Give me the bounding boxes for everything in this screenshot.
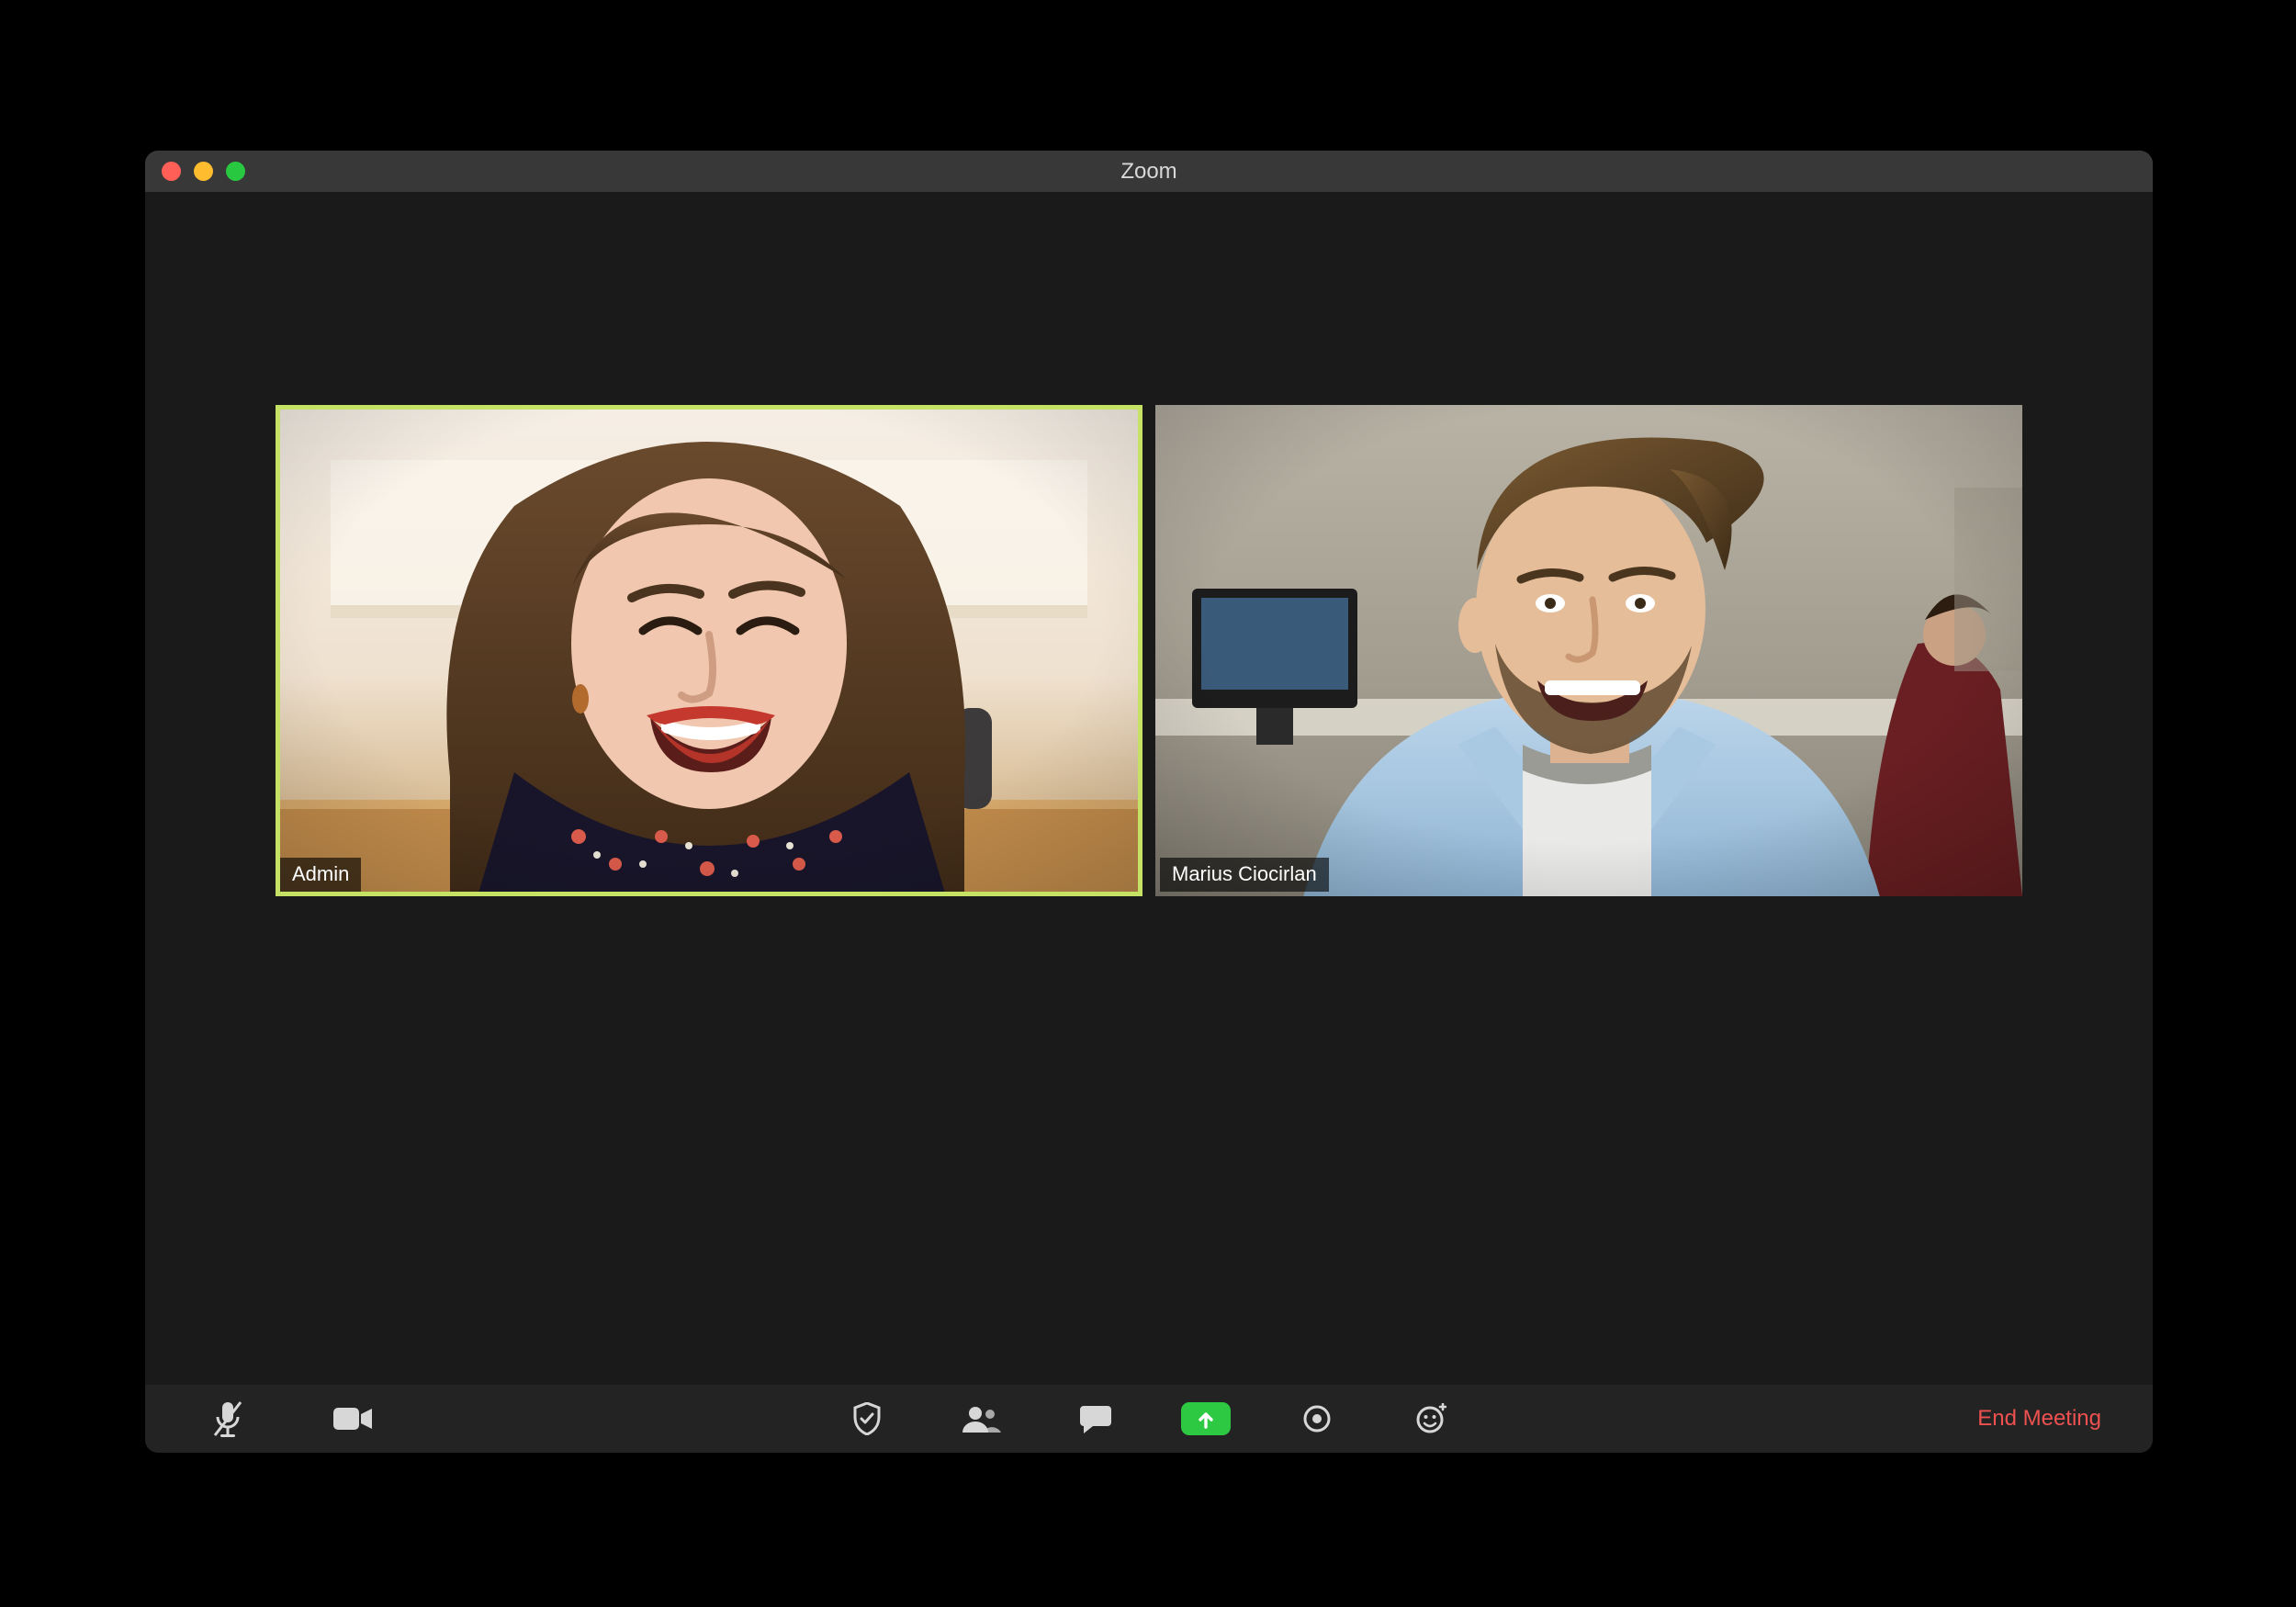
video-tile-marius[interactable]: Marius Ciocirlan: [1155, 405, 2022, 896]
record-button[interactable]: [1289, 1396, 1345, 1442]
video-tile-admin[interactable]: Admin: [276, 405, 1142, 896]
participants-icon: [961, 1405, 1001, 1433]
mute-button[interactable]: [200, 1396, 255, 1442]
participant-name-label: Admin: [280, 858, 361, 892]
record-icon: [1302, 1404, 1332, 1433]
close-window-button[interactable]: [162, 162, 181, 181]
shield-icon: [853, 1402, 881, 1435]
video-feed: [1155, 405, 2022, 896]
video-grid: Admin: [145, 405, 2153, 896]
chat-button[interactable]: [1067, 1396, 1122, 1442]
participant-name-label: Marius Ciocirlan: [1160, 858, 1329, 892]
video-feed: [276, 405, 1142, 896]
microphone-muted-icon: [213, 1400, 242, 1437]
video-button[interactable]: [325, 1396, 380, 1442]
maximize-window-button[interactable]: [226, 162, 245, 181]
participants-button[interactable]: [953, 1396, 1008, 1442]
meeting-content: Admin: [145, 192, 2153, 1385]
titlebar: Zoom: [145, 151, 2153, 192]
meeting-toolbar: End Meeting: [145, 1385, 2153, 1453]
share-screen-icon: [1196, 1409, 1216, 1429]
window-title: Zoom: [145, 159, 2153, 185]
reactions-smiley-icon: [1415, 1403, 1446, 1434]
minimize-window-button[interactable]: [194, 162, 213, 181]
chat-bubble-icon: [1078, 1404, 1111, 1433]
video-camera-icon: [333, 1406, 372, 1432]
reactions-button[interactable]: [1403, 1396, 1458, 1442]
share-screen-button[interactable]: [1181, 1402, 1231, 1435]
security-button[interactable]: [839, 1396, 895, 1442]
end-meeting-button[interactable]: End Meeting: [1977, 1406, 2101, 1432]
zoom-window: Zoom: [145, 151, 2153, 1453]
traffic-lights: [145, 162, 245, 181]
